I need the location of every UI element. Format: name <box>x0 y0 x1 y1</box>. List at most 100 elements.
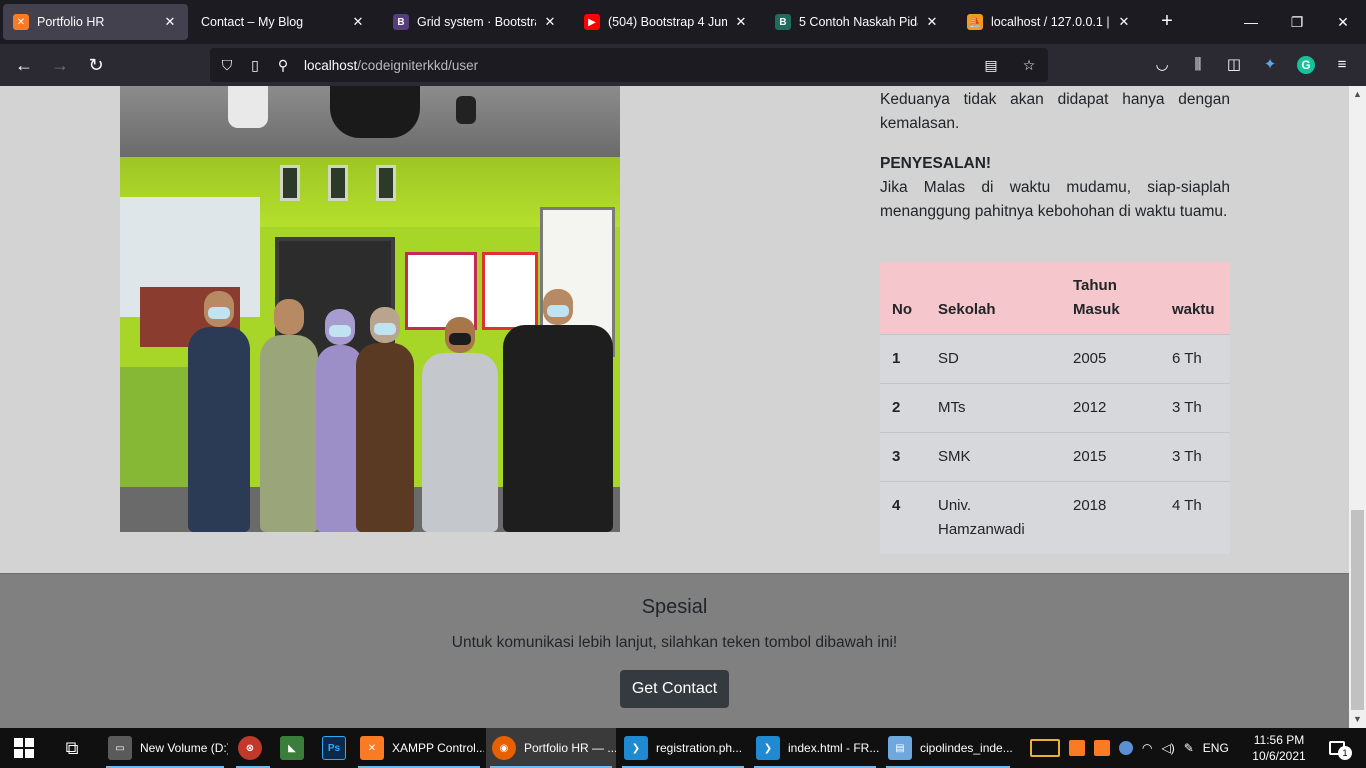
library-icon[interactable]: ⫼ <box>1186 53 1210 77</box>
cell-sekolah: SMK <box>926 432 1061 482</box>
close-tab-icon[interactable]: ✕ <box>1116 14 1132 30</box>
firefox-icon: ◉ <box>492 736 516 760</box>
cell-no: 2 <box>880 383 926 433</box>
pocket-icon[interactable]: ◡ <box>1150 53 1174 77</box>
cell-tahun: 2015 <box>1061 432 1160 482</box>
youtube-icon: ▶ <box>584 14 600 30</box>
tab-grid-system[interactable]: B Grid system · Bootstrap v ✕ <box>383 4 568 40</box>
taskbar-item-new-volume[interactable]: ▭ New Volume (D:) <box>102 728 228 768</box>
xampp-icon: ✕ <box>360 736 384 760</box>
table-row: 1 SD 2005 6 Th <box>880 334 1230 384</box>
contact-footer: Spesial Untuk komunikasi lebih lanjut, s… <box>0 573 1349 728</box>
taskbar-item-antivirus[interactable]: ⊗ <box>232 728 274 768</box>
notification-center-icon[interactable]: 1 <box>1322 728 1352 768</box>
get-contact-button[interactable]: Get Contact <box>620 670 729 708</box>
reader-view-icon[interactable]: ▤ <box>980 54 1002 76</box>
keyboard-icon[interactable] <box>1030 739 1060 757</box>
cell-waktu: 4 Th <box>1160 481 1230 554</box>
shield-icon[interactable]: ⛉ <box>216 54 238 76</box>
start-button[interactable] <box>0 728 48 768</box>
bookmark-star-icon[interactable]: ☆ <box>1018 54 1040 76</box>
footer-text: Untuk komunikasi lebih lanjut, silahkan … <box>451 634 898 651</box>
extension-icon[interactable]: ✦ <box>1258 53 1282 77</box>
taskbar-item-vscode-index[interactable]: ❯ index.html - FR... <box>750 728 880 768</box>
grammarly-icon[interactable]: G <box>1294 53 1318 77</box>
antivirus-icon: ⊗ <box>238 736 262 760</box>
network-shield-icon[interactable] <box>1119 741 1133 755</box>
notepad-icon: ▤ <box>888 736 912 760</box>
cell-waktu: 6 Th <box>1160 334 1230 384</box>
drive-icon: ▭ <box>108 736 132 760</box>
tab-portfolio-hr[interactable]: ✕ Portfolio HR ✕ <box>3 4 188 40</box>
group-photo-top <box>120 86 620 157</box>
paragraph-kemalasan: Keduanya tidak akan didapat hanya dengan… <box>880 91 1230 132</box>
wifi-icon[interactable]: ◠ <box>1142 741 1152 755</box>
taskbar-item-vscode-registration[interactable]: ❯ registration.ph... <box>618 728 748 768</box>
scrollbar-thumb[interactable] <box>1351 510 1364 710</box>
tab-title: Contact – My Blog <box>201 15 304 29</box>
taskbar-label: Portfolio HR — ... <box>524 741 616 755</box>
cell-tahun: 2018 <box>1061 481 1160 554</box>
restore-button[interactable]: ❐ <box>1274 8 1320 36</box>
paragraph-penyesalan: PENYESALAN! Jika Malas di waktu mudamu, … <box>880 152 1230 224</box>
close-tab-icon[interactable]: ✕ <box>542 14 558 30</box>
clock[interactable]: 11:56 PM 10/6/2021 <box>1246 732 1312 764</box>
tab-contact-blog[interactable]: Contact – My Blog ✕ <box>191 4 376 40</box>
cell-sekolah: Univ. Hamzanwadi <box>926 481 1061 554</box>
table-row: 2 MTs 2012 3 Th <box>880 383 1230 433</box>
taskbar-label: XAMPP Control... <box>392 741 484 755</box>
header-sekolah: Sekolah <box>926 262 1061 335</box>
url-text[interactable]: localhost/codeigniterkkd/user <box>304 58 478 73</box>
permissions-icon[interactable]: ⚲ <box>272 54 294 76</box>
close-tab-icon[interactable]: ✕ <box>733 14 749 30</box>
task-view-icon[interactable]: ⧉ <box>50 728 94 768</box>
notification-count: 1 <box>1338 746 1352 760</box>
group-photo <box>120 157 620 532</box>
scroll-down-icon[interactable]: ▼ <box>1349 711 1366 728</box>
taskbar-item-vector-app[interactable]: ◣ <box>274 728 316 768</box>
xampp-tray-icon-2[interactable] <box>1094 740 1110 756</box>
close-tab-icon[interactable]: ✕ <box>924 14 940 30</box>
cell-no: 4 <box>880 481 926 554</box>
address-bar[interactable]: ⛉ ▯ ⚲ localhost/codeigniterkkd/user ▤ ☆ <box>210 48 1048 82</box>
cell-tahun: 2005 <box>1061 334 1160 384</box>
url-path: /codeigniterkkd/user <box>357 57 479 73</box>
close-tab-icon[interactable]: ✕ <box>350 14 366 30</box>
taskbar-item-xampp[interactable]: ✕ XAMPP Control... <box>354 728 484 768</box>
menu-icon[interactable]: ≡ <box>1330 53 1354 77</box>
minimize-button[interactable]: — <box>1228 8 1274 36</box>
scroll-up-icon[interactable]: ▲ <box>1349 86 1366 103</box>
footer-title: Spesial <box>641 596 708 618</box>
photoshop-icon: Ps <box>322 736 346 760</box>
school-history-table: No Sekolah Tahun Masuk waktu 1 SD 2005 6… <box>880 262 1230 554</box>
pen-icon[interactable]: ✎ <box>1184 741 1194 755</box>
taskbar-item-photoshop[interactable]: Ps <box>316 728 358 768</box>
forward-button[interactable]: → <box>46 51 74 79</box>
close-tab-icon[interactable]: ✕ <box>162 14 178 30</box>
penyesalan-heading: PENYESALAN! <box>880 155 992 172</box>
taskbar-label: registration.ph... <box>656 741 743 755</box>
reload-button[interactable]: ↻ <box>82 51 110 79</box>
header-waktu: waktu <box>1160 262 1230 335</box>
taskbar-label: cipolindes_inde... <box>920 741 1013 755</box>
page-scrollbar[interactable]: ▲ ▼ <box>1349 86 1366 728</box>
new-tab-button[interactable]: + <box>1156 10 1178 34</box>
back-button[interactable]: ← <box>10 51 38 79</box>
system-tray: ◠ ◁) ✎ ENG <box>1030 728 1229 768</box>
language-indicator[interactable]: ENG <box>1203 741 1229 755</box>
tab-phpmyadmin[interactable]: ⛵ localhost / 127.0.0.1 | php ✕ <box>957 4 1142 40</box>
table-row: 3 SMK 2015 3 Th <box>880 432 1230 482</box>
tab-title: Grid system · Bootstrap v <box>417 15 536 29</box>
volume-icon[interactable]: ◁) <box>1161 741 1174 755</box>
taskbar-item-firefox[interactable]: ◉ Portfolio HR — ... <box>486 728 616 768</box>
tab-youtube[interactable]: ▶ (504) Bootstrap 4 Jumbot ✕ <box>574 4 759 40</box>
tab-title: localhost / 127.0.0.1 | php <box>991 15 1110 29</box>
close-window-button[interactable]: ✕ <box>1320 8 1366 36</box>
sidebar-icon[interactable]: ◫ <box>1222 53 1246 77</box>
tab-title: Portfolio HR <box>37 15 105 29</box>
taskbar-item-notepad[interactable]: ▤ cipolindes_inde... <box>882 728 1014 768</box>
page-viewport: Keduanya tidak akan didapat hanya dengan… <box>0 86 1349 728</box>
xampp-tray-icon[interactable] <box>1069 740 1085 756</box>
tab-contoh-naskah[interactable]: B 5 Contoh Naskah Pidato S ✕ <box>765 4 950 40</box>
page-icon[interactable]: ▯ <box>244 54 266 76</box>
